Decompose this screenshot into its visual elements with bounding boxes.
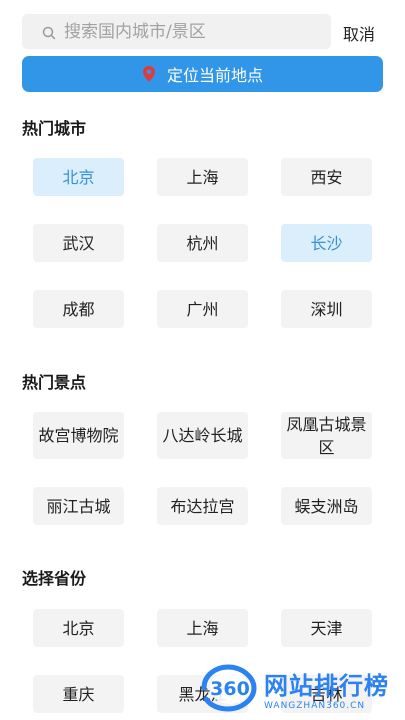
watermark: 360 网站排行榜 WANGZHAN360.CN	[196, 656, 405, 720]
search-icon	[42, 25, 56, 39]
watermark-subtitle: WANGZHAN360.CN	[264, 700, 366, 711]
hot-city-chip[interactable]: 广州	[157, 290, 248, 328]
hot-city-chip[interactable]: 武汉	[33, 224, 124, 262]
cancel-button[interactable]: 取消	[343, 21, 375, 45]
locate-current-position-button[interactable]: 定位当前地点	[22, 56, 383, 92]
watermark-text: 网站排行榜 WANGZHAN360.CN	[264, 666, 389, 711]
locate-label: 定位当前地点	[166, 66, 263, 85]
hot-spot-chip[interactable]: 布达拉宫	[157, 487, 248, 525]
province-chip[interactable]: 上海	[157, 609, 248, 647]
province-chip[interactable]: 北京	[33, 609, 124, 647]
hot-city-chip[interactable]: 深圳	[281, 290, 372, 328]
search-input[interactable]	[64, 21, 304, 42]
watermark-title: 网站排行榜	[264, 671, 389, 700]
hot-city-chip[interactable]: 上海	[157, 158, 248, 196]
hot-spot-chip[interactable]: 故宫博物院	[33, 412, 124, 459]
province-chip[interactable]: 重庆	[33, 675, 124, 713]
hot-city-chip[interactable]: 北京	[33, 158, 124, 196]
search-bar[interactable]	[22, 14, 331, 49]
hot-spot-chip[interactable]: 凤凰古城景区	[281, 412, 372, 459]
location-pin-icon	[142, 65, 156, 83]
watermark-logo: 360	[196, 663, 260, 713]
hot-city-chip[interactable]: 杭州	[157, 224, 248, 262]
hot-city-chip[interactable]: 长沙	[281, 224, 372, 262]
hot-spots-title: 热门景点	[22, 373, 87, 392]
hot-city-chip[interactable]: 成都	[33, 290, 124, 328]
hot-cities-title: 热门城市	[22, 119, 87, 138]
province-chip[interactable]: 天津	[281, 609, 372, 647]
watermark-badge: 360	[210, 678, 250, 700]
provinces-title: 选择省份	[22, 569, 87, 588]
hot-city-chip[interactable]: 西安	[281, 158, 372, 196]
hot-spot-chip[interactable]: 丽江古城	[33, 487, 124, 525]
hot-spot-chip[interactable]: 八达岭长城	[157, 412, 248, 459]
hot-spot-chip[interactable]: 蜈支洲岛	[281, 487, 372, 525]
